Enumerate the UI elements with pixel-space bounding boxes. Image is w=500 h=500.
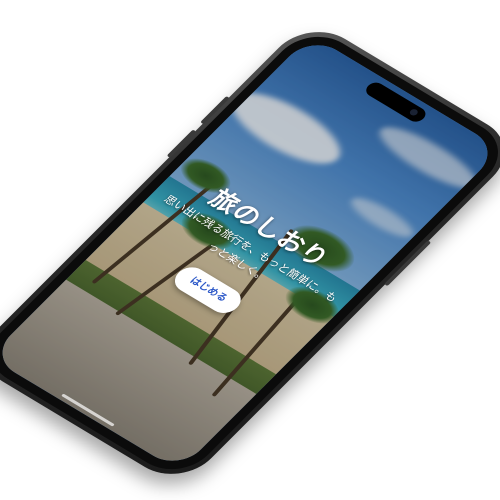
phone-mockup: 旅のしおり 思い出に残る旅行を、もっと簡単に。もっと楽しく。 はじめる xyxy=(0,17,500,489)
stage: 旅のしおり 思い出に残る旅行を、もっと簡単に。もっと楽しく。 はじめる xyxy=(0,0,500,500)
